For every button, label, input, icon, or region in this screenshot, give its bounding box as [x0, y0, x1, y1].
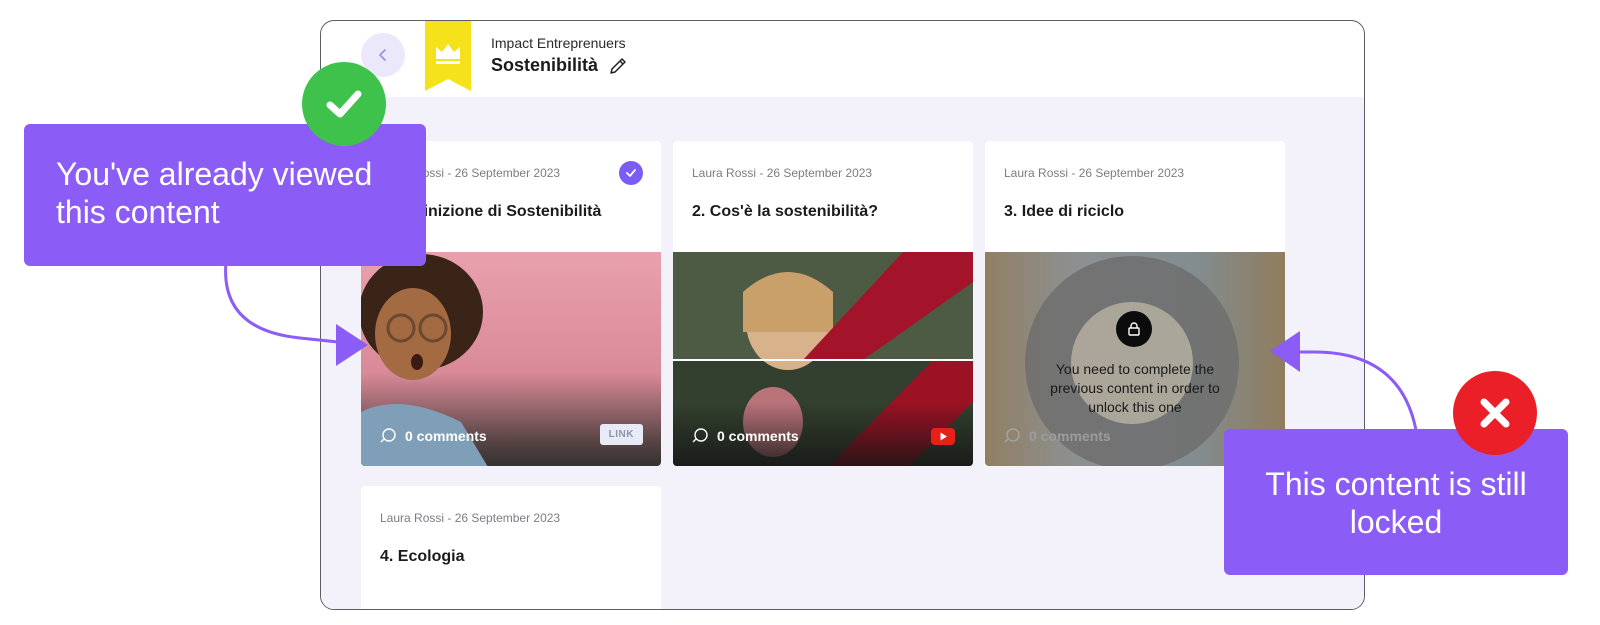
viewed-callout: You've already viewed this content — [24, 124, 426, 266]
check-circle-icon — [302, 62, 386, 146]
x-circle-icon — [1453, 371, 1537, 455]
locked-callout: This content is still locked — [1224, 429, 1568, 575]
